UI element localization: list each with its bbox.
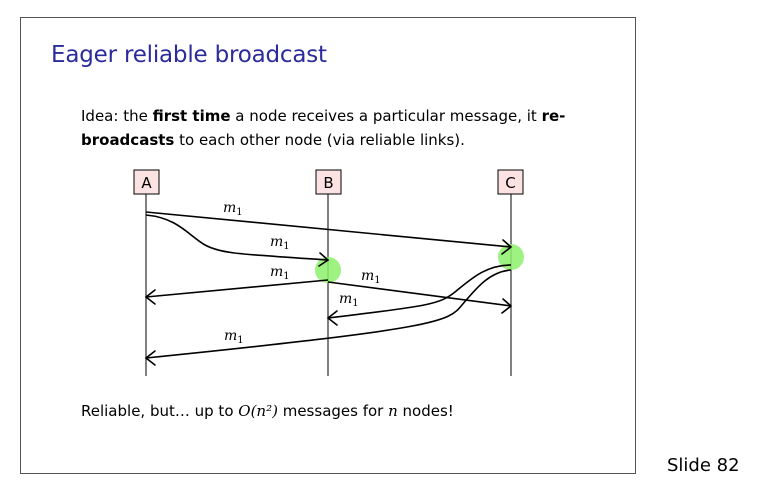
node-a: A <box>133 169 160 195</box>
sequence-diagram: A B C m1 m1 m1 m1 m1 m1 <box>133 169 524 376</box>
summary-math-complexity: O(n²) <box>238 402 278 420</box>
node-label-b: B <box>323 174 333 192</box>
message-label: m1 <box>270 234 290 252</box>
node-label-a: A <box>141 174 152 192</box>
message-c-to-b: m1 <box>326 264 512 326</box>
message-a-to-b: m1 <box>145 214 330 267</box>
message-b-to-a: m1 <box>144 264 329 305</box>
summary-text: Reliable, but… up to O(n²) messages for … <box>81 402 454 420</box>
node-c: C <box>497 169 524 195</box>
message-label: m1 <box>223 200 243 218</box>
summary-part: messages for <box>277 402 389 420</box>
node-b: B <box>315 169 342 195</box>
message-label: m1 <box>224 328 244 346</box>
summary-part: Reliable, but… up to <box>81 402 239 420</box>
slide-number: Slide 82 <box>667 455 740 476</box>
message-label: m1 <box>270 264 290 282</box>
summary-part: nodes! <box>397 402 454 420</box>
message-label: m1 <box>339 291 359 309</box>
summary-math-n: n <box>388 402 398 420</box>
node-label-c: C <box>505 174 515 192</box>
message-label: m1 <box>361 268 381 286</box>
